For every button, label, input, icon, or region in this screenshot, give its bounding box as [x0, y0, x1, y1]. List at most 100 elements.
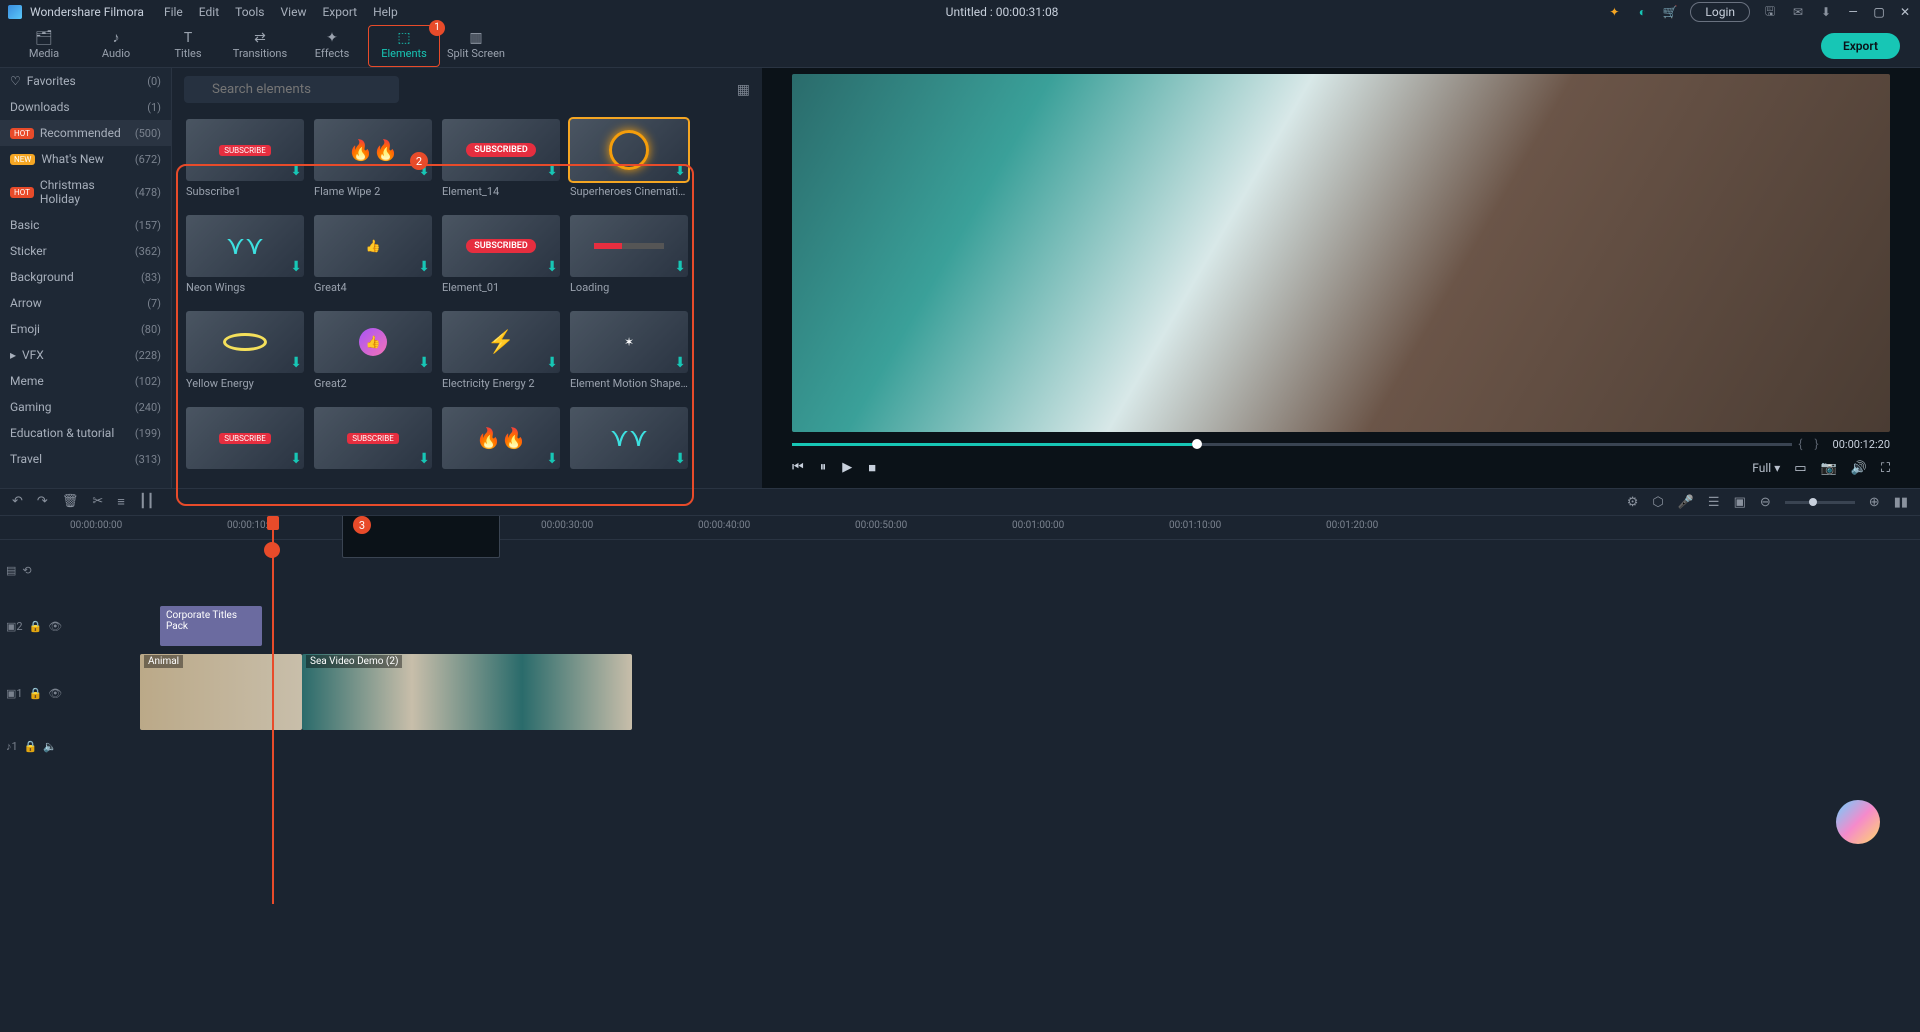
element-thumbnail[interactable]: SUBSCRIBE⬇ — [186, 119, 304, 181]
element-card[interactable]: 👍⬇Great4 — [314, 215, 432, 301]
voiceover-icon[interactable]: 🎤 — [1678, 495, 1694, 510]
play-pause-button[interactable]: ⏸ — [820, 460, 827, 476]
sidebar-item-basic[interactable]: Basic(157) — [0, 212, 171, 238]
tips-icon[interactable]: ✦ — [1606, 4, 1622, 20]
eye-icon[interactable]: 👁 — [48, 620, 62, 633]
sidebar-item-meme[interactable]: Meme(102) — [0, 368, 171, 394]
download-arrow-icon[interactable]: ⬇ — [546, 355, 558, 371]
element-thumbnail[interactable]: SUBSCRIBED⬇ — [442, 119, 560, 181]
mute-icon[interactable]: 🔈 — [43, 740, 57, 753]
download-arrow-icon[interactable]: ⬇ — [418, 259, 430, 275]
export-button[interactable]: Export — [1821, 33, 1900, 59]
download-arrow-icon[interactable]: ⬇ — [546, 163, 558, 179]
tab-effects[interactable]: ✦Effects — [296, 25, 368, 67]
render-icon[interactable]: ⚙ — [1627, 495, 1639, 510]
sidebar-item-favorites[interactable]: ♡Favorites(0) — [0, 68, 171, 94]
assistant-fab[interactable] — [1836, 800, 1880, 844]
element-card[interactable]: ⬇Superheroes Cinematic ... — [570, 119, 688, 205]
redo-icon[interactable]: ↷ — [37, 494, 48, 510]
mixer-icon[interactable]: ☰ — [1708, 495, 1720, 510]
sidebar-item-travel[interactable]: Travel(313) — [0, 446, 171, 472]
download-arrow-icon[interactable]: ⬇ — [290, 163, 302, 179]
zoom-fit-icon[interactable]: ▮▮ — [1894, 495, 1908, 510]
sidebar-item-vfx[interactable]: ▸VFX(228) — [0, 342, 171, 368]
lock-icon[interactable]: 🔒 — [29, 687, 43, 700]
element-card[interactable]: ⬇Loading — [570, 215, 688, 301]
element-card[interactable]: 🔥🔥⬇ — [442, 407, 560, 480]
menu-tools[interactable]: Tools — [235, 5, 264, 19]
marker-icon[interactable]: ⬡ — [1652, 495, 1663, 510]
download-arrow-icon[interactable]: ⬇ — [546, 259, 558, 275]
element-thumbnail[interactable]: ⚡⬇ — [442, 311, 560, 373]
download-icon[interactable]: ⬇ — [1818, 4, 1834, 20]
cart-icon[interactable]: 🛒 — [1662, 4, 1678, 20]
login-button[interactable]: Login — [1690, 2, 1750, 22]
download-arrow-icon[interactable]: ⬇ — [674, 163, 686, 179]
audio-edit-icon[interactable]: ┃┃ — [139, 494, 155, 510]
zoom-out-icon[interactable]: ⊖ — [1760, 495, 1771, 510]
element-card[interactable]: ✶⬇Element Motion Shape 6 — [570, 311, 688, 397]
adjust-icon[interactable]: ≡ — [117, 494, 125, 510]
scrubber-handle-icon[interactable] — [1192, 439, 1202, 449]
element-card[interactable]: SUBSCRIBE⬇ — [314, 407, 432, 480]
search-input[interactable] — [184, 76, 399, 103]
tab-elements[interactable]: ⬚ Elements 1 — [368, 25, 440, 67]
download-arrow-icon[interactable]: ⬇ — [674, 259, 686, 275]
element-thumbnail[interactable]: 🔥🔥⬇ — [442, 407, 560, 469]
fullscreen-icon[interactable]: ⛶ — [1881, 461, 1890, 476]
eye-icon[interactable]: 👁 — [48, 687, 62, 700]
download-arrow-icon[interactable]: ⬇ — [674, 355, 686, 371]
menu-view[interactable]: View — [281, 5, 307, 19]
menu-export[interactable]: Export — [322, 5, 357, 19]
sidebar-item-background[interactable]: Background(83) — [0, 264, 171, 290]
element-thumbnail[interactable]: SUBSCRIBE⬇ — [314, 407, 432, 469]
element-card[interactable]: ⋎⋎⬇Neon Wings — [186, 215, 304, 301]
save-icon[interactable]: 🖫 — [1762, 4, 1778, 20]
display-icon[interactable]: ▭ — [1794, 461, 1806, 476]
out-bracket-icon[interactable]: } — [1814, 437, 1818, 451]
download-arrow-icon[interactable]: ⬇ — [290, 451, 302, 467]
quality-select[interactable]: Full ▾ — [1752, 461, 1780, 475]
element-thumbnail[interactable]: ⬇ — [570, 119, 688, 181]
element-thumbnail[interactable]: ⋎⋎⬇ — [186, 215, 304, 277]
stop-button[interactable]: ■ — [868, 460, 876, 476]
element-thumbnail[interactable]: ✶⬇ — [570, 311, 688, 373]
delete-icon[interactable]: 🗑 — [62, 494, 79, 510]
element-card[interactable]: SUBSCRIBE⬇Subscribe1 — [186, 119, 304, 205]
element-card[interactable]: ⬇Yellow Energy — [186, 311, 304, 397]
lock-icon[interactable]: 🔒 — [29, 620, 43, 633]
sidebar-item-downloads[interactable]: Downloads(1) — [0, 94, 171, 120]
download-arrow-icon[interactable]: ⬇ — [546, 451, 558, 467]
menu-edit[interactable]: Edit — [199, 5, 219, 19]
play-button[interactable]: ▶ — [842, 460, 852, 476]
maximize-icon[interactable]: ▢ — [1872, 5, 1886, 19]
element-thumbnail[interactable]: ⬇ — [570, 215, 688, 277]
minimize-icon[interactable]: — — [1846, 5, 1860, 19]
download-arrow-icon[interactable]: ⬇ — [290, 355, 302, 371]
sidebar-item-christmas-holiday[interactable]: HOTChristmas Holiday(478) — [0, 172, 171, 212]
download-arrow-icon[interactable]: ⬇ — [418, 355, 430, 371]
tab-transitions[interactable]: ⇄Transitions — [224, 25, 296, 67]
menu-file[interactable]: File — [164, 5, 183, 19]
split-icon[interactable]: ✂ — [92, 494, 103, 510]
grid-view-icon[interactable]: ▦ — [737, 82, 750, 98]
element-thumbnail[interactable]: 👍⬇ — [314, 311, 432, 373]
close-icon[interactable]: ✕ — [1898, 5, 1912, 19]
clip-video-animal[interactable]: Animal — [140, 654, 302, 730]
element-thumbnail[interactable]: SUBSCRIBED⬇ — [442, 215, 560, 277]
zoom-in-icon[interactable]: ⊕ — [1869, 495, 1880, 510]
tab-titles[interactable]: TTitles — [152, 25, 224, 67]
clip-title[interactable]: Corporate Titles Pack — [160, 606, 262, 646]
download-arrow-icon[interactable]: ⬇ — [674, 451, 686, 467]
tab-audio[interactable]: ♪Audio — [80, 25, 152, 67]
volume-icon[interactable]: 🔊 — [1851, 461, 1867, 476]
element-card[interactable]: ⋎⋎⬇ — [570, 407, 688, 480]
download-arrow-icon[interactable]: ⬇ — [418, 451, 430, 467]
sidebar-item-arrow[interactable]: Arrow(7) — [0, 290, 171, 316]
tab-split-screen[interactable]: ▥Split Screen — [440, 25, 512, 67]
element-thumbnail[interactable]: SUBSCRIBE⬇ — [186, 407, 304, 469]
sidebar-item-emoji[interactable]: Emoji(80) — [0, 316, 171, 342]
sidebar-item-gaming[interactable]: Gaming(240) — [0, 394, 171, 420]
undo-icon[interactable]: ↶ — [12, 494, 23, 510]
timeline-ruler[interactable]: 00:00:00:0000:00:10:0000:00:20:0000:00:3… — [0, 516, 1920, 540]
